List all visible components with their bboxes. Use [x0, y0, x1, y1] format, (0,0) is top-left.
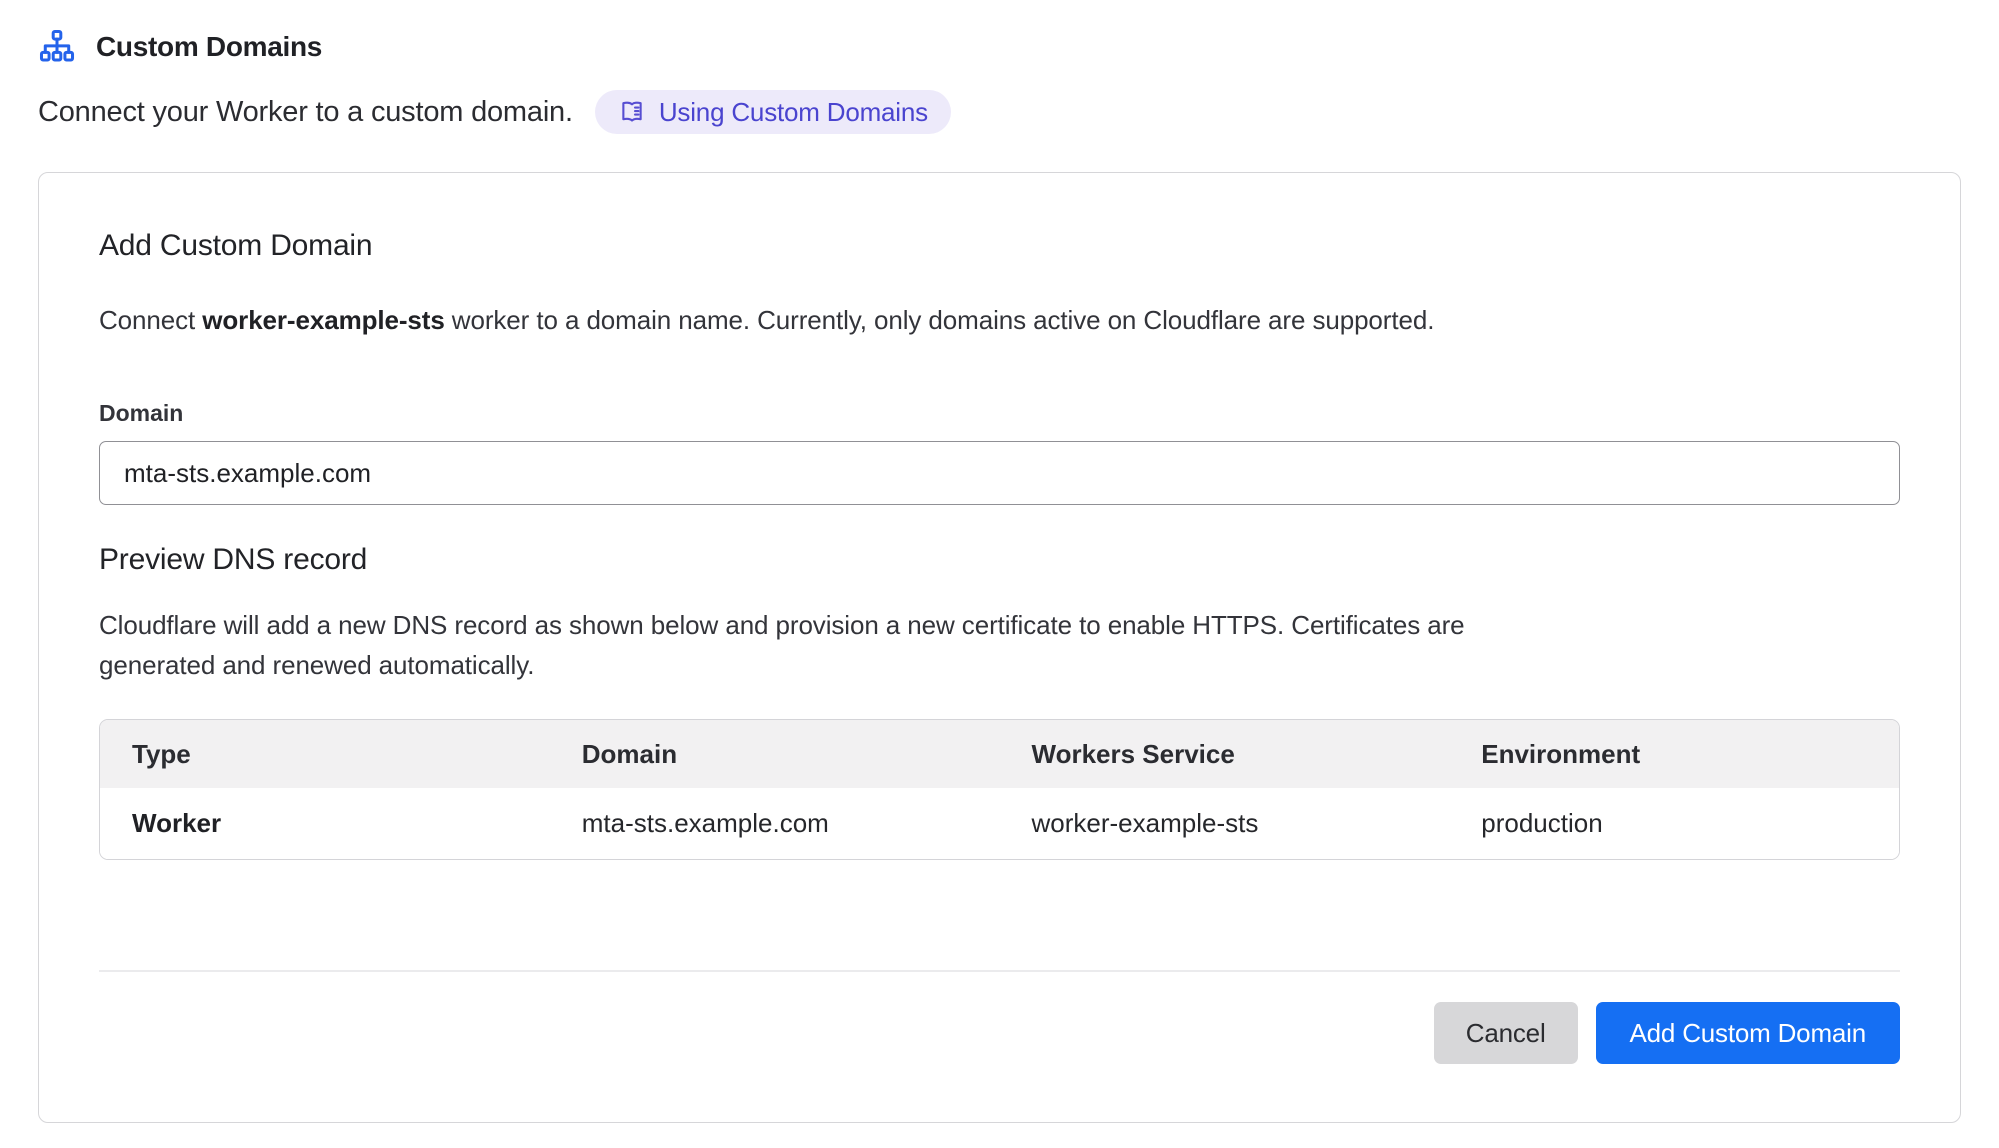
footer-actions: Cancel Add Custom Domain	[99, 972, 1900, 1064]
page-header: Custom Domains	[38, 28, 1961, 66]
domain-input[interactable]	[99, 441, 1900, 505]
cell-environment: production	[1449, 788, 1899, 859]
dns-preview-table: Type Domain Workers Service Environment …	[99, 719, 1900, 860]
table-row: Worker mta-sts.example.com worker-exampl…	[100, 788, 1899, 859]
add-custom-domain-card: Add Custom Domain Connect worker-example…	[38, 172, 1961, 1123]
card-intro-text: Connect worker-example-sts worker to a d…	[99, 305, 1900, 336]
preview-dns-heading: Preview DNS record	[99, 543, 1900, 577]
domain-field-label: Domain	[99, 400, 1900, 427]
cell-workers-service: worker-example-sts	[1000, 788, 1450, 859]
intro-prefix: Connect	[99, 305, 202, 335]
docs-link-label: Using Custom Domains	[659, 97, 928, 128]
page-subtitle: Connect your Worker to a custom domain.	[38, 96, 573, 129]
custom-domains-page: Custom Domains Connect your Worker to a …	[0, 0, 1999, 1123]
cell-domain: mta-sts.example.com	[550, 788, 1000, 859]
page-subtitle-row: Connect your Worker to a custom domain. …	[38, 90, 1961, 134]
cancel-button[interactable]: Cancel	[1434, 1002, 1578, 1064]
column-header-domain: Domain	[550, 720, 1000, 788]
column-header-type: Type	[100, 720, 550, 788]
column-header-environment: Environment	[1449, 720, 1899, 788]
cell-type: Worker	[100, 788, 550, 859]
card-heading: Add Custom Domain	[99, 229, 1900, 263]
column-header-workers-service: Workers Service	[1000, 720, 1450, 788]
sitemap-icon	[38, 28, 76, 66]
worker-name: worker-example-sts	[202, 305, 444, 335]
table-header-row: Type Domain Workers Service Environment	[100, 720, 1899, 788]
preview-dns-description: Cloudflare will add a new DNS record as …	[99, 605, 1579, 685]
page-title: Custom Domains	[96, 31, 322, 63]
open-book-icon	[618, 98, 646, 126]
intro-suffix: worker to a domain name. Currently, only…	[445, 305, 1435, 335]
docs-link-pill[interactable]: Using Custom Domains	[595, 90, 951, 134]
add-custom-domain-button[interactable]: Add Custom Domain	[1596, 1002, 1900, 1064]
